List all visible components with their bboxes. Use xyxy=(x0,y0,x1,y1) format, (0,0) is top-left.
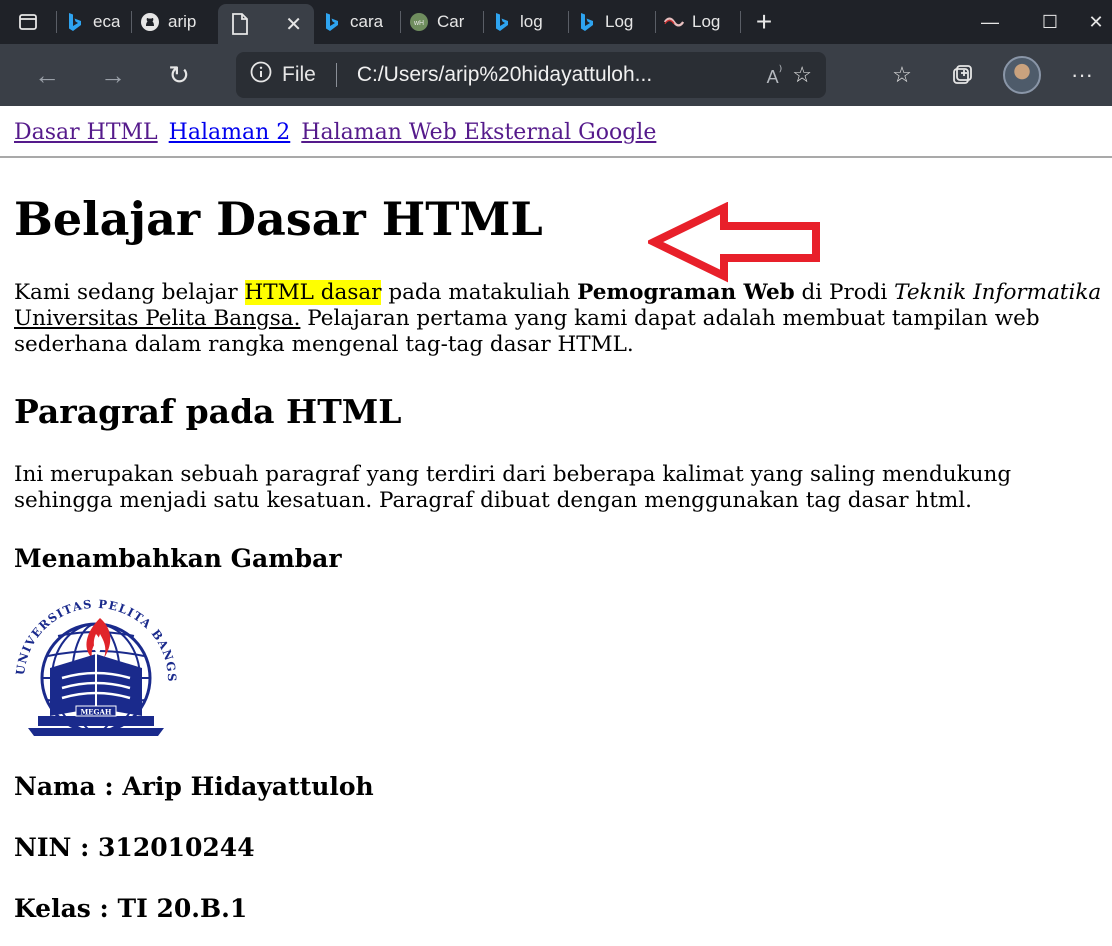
site-logo-icon xyxy=(664,12,684,32)
profile-button[interactable] xyxy=(992,44,1052,106)
close-window-button[interactable]: ✕ xyxy=(1080,0,1112,44)
collections-icon xyxy=(953,65,972,84)
more-icon: ··· xyxy=(1071,62,1093,87)
intro-text: pada matakuliah xyxy=(381,280,578,305)
nav-link-google[interactable]: Halaman Web Eksternal Google xyxy=(301,120,656,145)
annotation-arrow-icon xyxy=(648,202,820,283)
arrow-left-icon: ← xyxy=(34,59,60,90)
bing-icon xyxy=(65,12,85,32)
svg-text:wH: wH xyxy=(413,20,424,27)
highlighted-text: HTML dasar xyxy=(244,280,382,305)
page-content: Dasar HTML Halaman 2 Halaman Web Ekstern… xyxy=(0,106,1112,946)
tab-4[interactable]: cara xyxy=(314,0,400,44)
browser-toolbar: ← → ↻ File C:/Users/arip%20hidayattuloh.… xyxy=(0,44,1112,106)
bing-icon xyxy=(492,12,512,32)
tab-active[interactable]: ✕ xyxy=(218,4,314,44)
underlined-text: Universitas Pelita Bangsa. xyxy=(14,306,301,331)
tab-1[interactable]: eca xyxy=(57,0,131,44)
tab-label: eca xyxy=(93,12,121,31)
address-separator xyxy=(335,63,337,87)
student-name: Nama : Arip Hidayattuloh xyxy=(14,772,374,801)
italic-text: Teknik Informatika xyxy=(894,280,1102,305)
minimize-icon: — xyxy=(981,11,999,32)
tab-8[interactable]: Log xyxy=(656,0,740,44)
refresh-icon: ↻ xyxy=(168,59,190,90)
favorites-icon: ☆ xyxy=(892,62,912,87)
maximize-button[interactable]: ☐ xyxy=(1020,0,1080,44)
minimize-button[interactable]: — xyxy=(960,0,1020,44)
window-controls: — ☐ ✕ xyxy=(960,0,1112,44)
toolbar-right: ☆ ··· xyxy=(872,44,1112,106)
github-icon xyxy=(140,12,160,32)
image-heading: Menambahkan Gambar xyxy=(14,544,342,573)
tab-label: Car xyxy=(437,12,465,31)
svg-text:MEGAH: MEGAH xyxy=(80,708,111,717)
bold-text: Pemograman Web xyxy=(577,280,795,305)
page-title: Belajar Dasar HTML xyxy=(14,192,543,246)
add-favorite-icon[interactable]: ☆ xyxy=(792,62,812,88)
nav-link-halaman-2[interactable]: Halaman 2 xyxy=(169,120,291,145)
bing-icon xyxy=(322,12,342,32)
info-icon[interactable] xyxy=(250,61,272,89)
intro-text: di Prodi xyxy=(794,280,895,305)
tab-5[interactable]: wH Car xyxy=(401,0,483,44)
bing-icon xyxy=(577,12,597,32)
back-button[interactable]: ← xyxy=(14,44,80,106)
student-class: Kelas : TI 20.B.1 xyxy=(14,894,248,923)
avatar xyxy=(1003,56,1041,94)
tab-label: Log xyxy=(692,12,721,31)
page-nav: Dasar HTML Halaman 2 Halaman Web Ekstern… xyxy=(14,120,660,145)
file-icon xyxy=(230,13,250,35)
read-aloud-icon[interactable]: A⁾ xyxy=(767,62,783,88)
refresh-button[interactable]: ↻ xyxy=(146,44,212,106)
tab-strip: eca arip ✕ cara wH Car log Log Log + — ☐… xyxy=(0,0,1112,44)
forward-button[interactable]: → xyxy=(80,44,146,106)
settings-more-button[interactable]: ··· xyxy=(1052,44,1112,106)
tab-label: arip xyxy=(168,12,197,31)
tab-7[interactable]: Log xyxy=(569,0,655,44)
scheme-label: File xyxy=(282,63,316,86)
intro-text: Kami sedang belajar xyxy=(14,280,245,305)
close-icon: ✕ xyxy=(1088,11,1104,32)
tab-2[interactable]: arip xyxy=(132,0,218,44)
close-tab-icon[interactable]: ✕ xyxy=(285,12,302,37)
tab-label: log xyxy=(520,12,543,31)
maximize-icon: ☐ xyxy=(1041,11,1059,32)
tab-6[interactable]: log xyxy=(484,0,568,44)
tab-label: Log xyxy=(605,12,634,31)
collections-button[interactable] xyxy=(932,44,992,106)
university-logo-icon: UNIVERSITAS PELITA BANGSA MEGAH xyxy=(10,596,178,736)
tab-actions-icon xyxy=(19,14,37,30)
tab-actions-button[interactable] xyxy=(0,0,56,44)
body-paragraph: Ini merupakan sebuah paragraf yang terdi… xyxy=(14,462,1012,513)
url-text[interactable]: C:/Users/arip%20hidayattuloh... xyxy=(357,63,757,87)
student-nin: NIN : 312010244 xyxy=(14,833,255,862)
tab-label: cara xyxy=(350,12,384,31)
address-bar[interactable]: File C:/Users/arip%20hidayattuloh... A⁾ … xyxy=(236,52,826,98)
new-tab-button[interactable]: + xyxy=(741,0,787,44)
nav-link-dasar-html[interactable]: Dasar HTML xyxy=(14,120,158,145)
arrow-right-icon: → xyxy=(100,59,126,90)
section-heading: Paragraf pada HTML xyxy=(14,392,402,431)
wikihow-icon: wH xyxy=(409,12,429,32)
intro-paragraph: Kami sedang belajar HTML dasar pada mata… xyxy=(14,280,1108,358)
favorites-button[interactable]: ☆ xyxy=(872,44,932,106)
plus-icon: + xyxy=(755,6,773,37)
horizontal-rule xyxy=(0,156,1112,158)
